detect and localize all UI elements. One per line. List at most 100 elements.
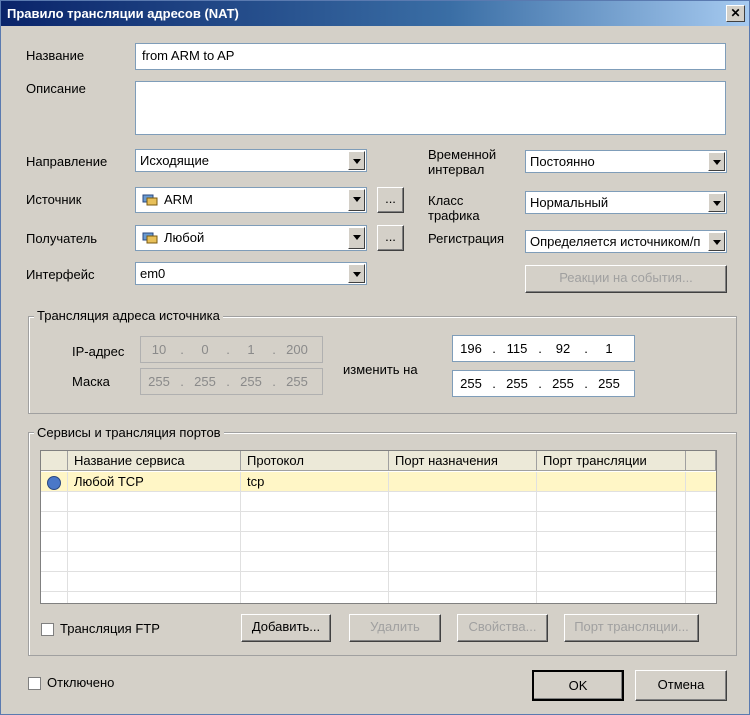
cancel-button[interactable]: Отмена bbox=[635, 670, 727, 701]
time-interval-value: Постоянно bbox=[530, 154, 595, 169]
table-row-empty bbox=[41, 592, 716, 603]
dest-port-cell bbox=[389, 472, 537, 491]
ip-octet: 1 bbox=[247, 342, 255, 357]
chevron-down-icon[interactable] bbox=[348, 189, 365, 211]
name-label: Название bbox=[26, 48, 85, 63]
delete-service-button[interactable]: Удалить bbox=[349, 614, 441, 642]
network-object-icon bbox=[142, 194, 158, 206]
recipient-value: Любой bbox=[164, 230, 205, 245]
new-ip-field[interactable]: 196. 115. 92. 1 bbox=[452, 335, 635, 362]
time-interval-select[interactable]: Постоянно bbox=[525, 150, 727, 173]
traffic-class-label-line1: Класс bbox=[428, 193, 464, 208]
ok-button[interactable]: OK bbox=[532, 670, 624, 701]
chevron-down-icon[interactable] bbox=[348, 264, 365, 283]
description-label: Описание bbox=[26, 81, 86, 96]
add-service-button[interactable]: Добавить... bbox=[241, 614, 331, 642]
name-input[interactable]: from ARM to AP bbox=[135, 43, 726, 70]
mask-octet: 255 bbox=[286, 374, 308, 389]
source-translation-title: Трансляция адреса источника bbox=[34, 308, 223, 323]
ip-octet: 10 bbox=[151, 342, 167, 357]
new-ip-octet[interactable]: 92 bbox=[545, 341, 581, 356]
close-button[interactable]: ✕ bbox=[726, 5, 745, 22]
mask-octet: 255 bbox=[240, 374, 262, 389]
interface-select[interactable]: em0 bbox=[135, 262, 367, 285]
chevron-down-icon[interactable] bbox=[708, 152, 725, 171]
disabled-checkbox[interactable] bbox=[28, 677, 41, 690]
window-title: Правило трансляции адресов (NAT) bbox=[7, 6, 239, 21]
mask-octet: 255 bbox=[194, 374, 216, 389]
source-browse-button[interactable]: ... bbox=[377, 187, 404, 213]
column-header-trans-port[interactable]: Порт трансляции bbox=[537, 451, 686, 471]
time-interval-label: Временной интервал bbox=[428, 147, 496, 177]
table-row-empty bbox=[41, 552, 716, 572]
source-select[interactable]: ARM bbox=[135, 187, 367, 213]
new-mask-octet[interactable]: 255 bbox=[453, 376, 489, 391]
column-header-dest-port[interactable]: Порт назначения bbox=[389, 451, 537, 471]
new-mask-field[interactable]: 255. 255. 255. 255 bbox=[452, 370, 635, 397]
title-bar: Правило трансляции адресов (NAT) ✕ bbox=[1, 1, 749, 26]
table-row-empty bbox=[41, 532, 716, 552]
recipient-select[interactable]: Любой bbox=[135, 225, 367, 251]
source-value: ARM bbox=[164, 192, 193, 207]
mask-octet: 255 bbox=[148, 374, 170, 389]
new-ip-octet[interactable]: 196 bbox=[453, 341, 489, 356]
new-mask-octet[interactable]: 255 bbox=[545, 376, 581, 391]
chevron-down-icon[interactable] bbox=[348, 151, 365, 170]
table-header-icon-column bbox=[41, 451, 68, 471]
ip-octet: 0 bbox=[201, 342, 209, 357]
mask-field: 255. 255. 255. 255 bbox=[140, 368, 323, 395]
mask-label: Маска bbox=[72, 374, 110, 389]
new-mask-octet[interactable]: 255 bbox=[591, 376, 627, 391]
new-ip-octet[interactable]: 115 bbox=[499, 341, 535, 356]
service-properties-button[interactable]: Свойства... bbox=[457, 614, 548, 642]
direction-label: Направление bbox=[26, 154, 108, 169]
registration-value: Определяется источником/п bbox=[530, 234, 701, 249]
column-header-protocol[interactable]: Протокол bbox=[241, 451, 389, 471]
traffic-class-select[interactable]: Нормальный bbox=[525, 191, 727, 214]
ftp-translation-checkbox[interactable] bbox=[41, 623, 54, 636]
table-row-empty bbox=[41, 492, 716, 512]
service-cell-icon bbox=[41, 472, 68, 491]
chevron-down-icon[interactable] bbox=[348, 227, 365, 249]
event-reactions-button[interactable]: Реакции на события... bbox=[525, 265, 727, 293]
change-to-label: изменить на bbox=[343, 362, 418, 377]
time-interval-label-line2: интервал bbox=[428, 162, 485, 177]
traffic-class-value: Нормальный bbox=[530, 195, 609, 210]
recipient-browse-button[interactable]: ... bbox=[377, 225, 404, 251]
chevron-down-icon[interactable] bbox=[708, 193, 725, 212]
new-mask-octet[interactable]: 255 bbox=[499, 376, 535, 391]
nat-rule-dialog: Правило трансляции адресов (NAT) ✕ Назва… bbox=[0, 0, 750, 715]
services-table[interactable]: Название сервиса Протокол Порт назначени… bbox=[40, 450, 717, 604]
ip-address-field: 10. 0. 1. 200 bbox=[140, 336, 323, 363]
chevron-down-icon[interactable] bbox=[708, 232, 725, 251]
services-title: Сервисы и трансляция портов bbox=[34, 425, 224, 440]
column-header-service-name[interactable]: Название сервиса bbox=[68, 451, 241, 471]
registration-select[interactable]: Определяется источником/п bbox=[525, 230, 727, 253]
network-object-icon bbox=[142, 232, 158, 244]
ip-octet: 200 bbox=[286, 342, 308, 357]
registration-label: Регистрация bbox=[428, 231, 504, 246]
port-translation-button[interactable]: Порт трансляции... bbox=[564, 614, 699, 642]
service-name-cell: Любой TCP bbox=[68, 472, 241, 491]
trans-port-cell bbox=[537, 472, 686, 491]
ftp-translation-label: Трансляция FTP bbox=[60, 621, 160, 636]
ip-address-label: IP-адрес bbox=[72, 344, 125, 359]
new-ip-octet[interactable]: 1 bbox=[591, 341, 627, 356]
table-row-empty bbox=[41, 512, 716, 532]
interface-label: Интерфейс bbox=[26, 267, 95, 282]
disabled-label: Отключено bbox=[47, 675, 115, 690]
traffic-class-label-line2: трафика bbox=[428, 208, 480, 223]
direction-select[interactable]: Исходящие bbox=[135, 149, 367, 172]
direction-value: Исходящие bbox=[140, 153, 209, 168]
time-interval-label-line1: Временной bbox=[428, 147, 497, 162]
protocol-cell: tcp bbox=[241, 472, 389, 491]
table-header-filler bbox=[686, 451, 716, 471]
traffic-class-label: Класс трафика bbox=[428, 193, 480, 223]
table-row[interactable]: Любой TCP tcp bbox=[41, 472, 716, 492]
table-row-empty bbox=[41, 572, 716, 592]
description-input[interactable] bbox=[135, 81, 726, 135]
recipient-label: Получатель bbox=[26, 231, 98, 246]
source-label: Источник bbox=[26, 192, 82, 207]
close-icon: ✕ bbox=[730, 6, 741, 20]
interface-value: em0 bbox=[140, 266, 166, 281]
